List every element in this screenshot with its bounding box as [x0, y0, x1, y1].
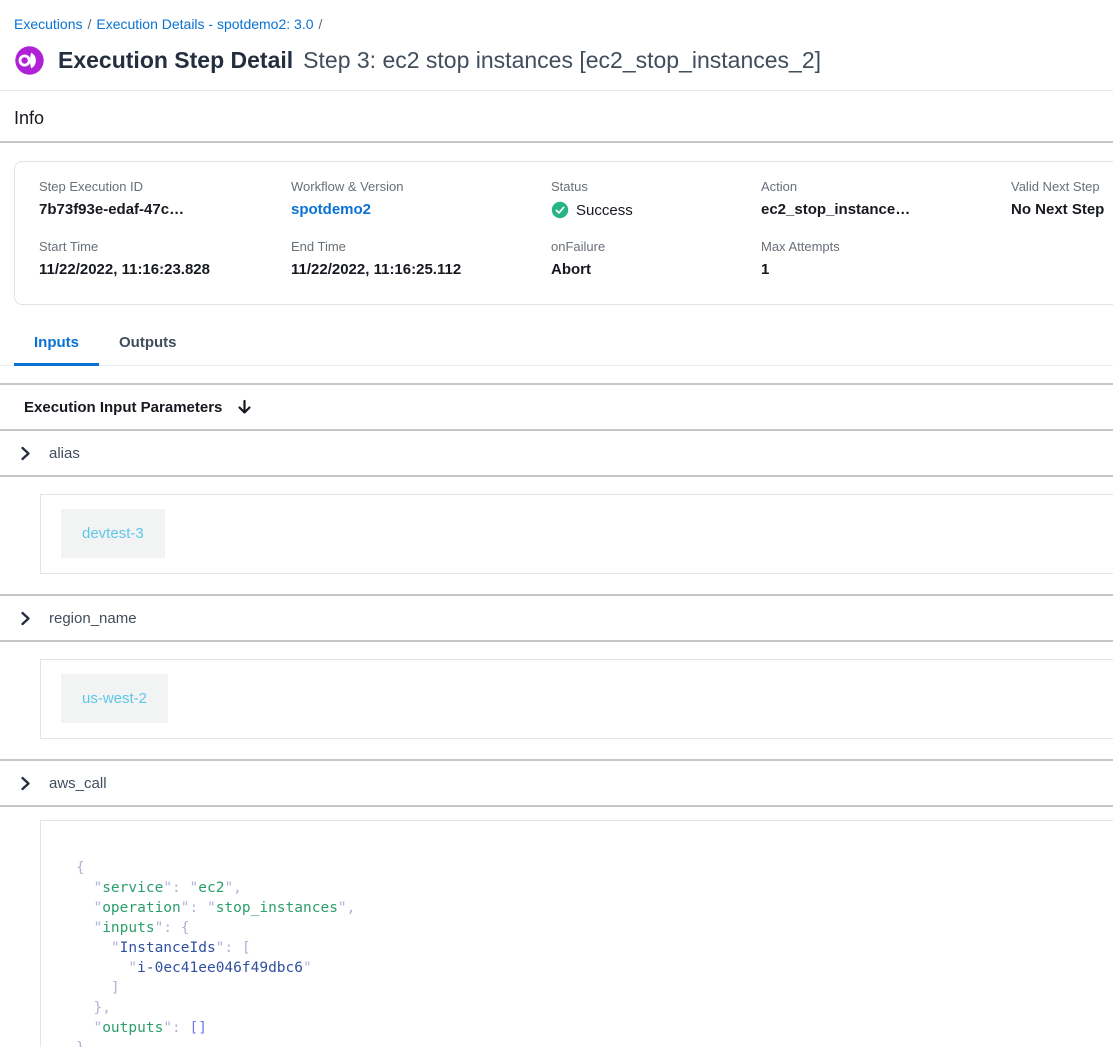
- field-empty: [1011, 239, 1113, 278]
- field-value: 11/22/2022, 11:16:23.828: [39, 261, 291, 278]
- field-value: 11/22/2022, 11:16:25.112: [291, 261, 551, 278]
- field-start-time: Start Time 11/22/2022, 11:16:23.828: [39, 239, 291, 278]
- field-label: End Time: [291, 239, 551, 254]
- field-value: ec2_stop_instance…: [761, 201, 1011, 218]
- field-label: Action: [761, 179, 1011, 194]
- aws-call-json-code: { "service": "ec2", "operation": "stop_i…: [41, 821, 1113, 1047]
- section-alias-header[interactable]: alias: [0, 431, 1113, 475]
- region-name-value-chip: us-west-2: [61, 674, 168, 723]
- field-value: Abort: [551, 261, 761, 278]
- field-value: 1: [761, 261, 1011, 278]
- field-onfailure: onFailure Abort: [551, 239, 761, 278]
- divider: [0, 640, 1113, 642]
- chevron-right-icon: [20, 446, 31, 461]
- field-valid-next-step: Valid Next Step No Next Step: [1011, 179, 1113, 219]
- field-end-time: End Time 11/22/2022, 11:16:25.112: [291, 239, 551, 278]
- info-heading: Info: [14, 108, 1113, 129]
- info-card: Step Execution ID 7b73f93e-edaf-47c… Wor…: [14, 161, 1113, 305]
- page-title: Execution Step Detail: [58, 47, 293, 74]
- field-label: Valid Next Step: [1011, 179, 1113, 194]
- status-text: Success: [576, 202, 633, 219]
- divider: [0, 475, 1113, 477]
- check-circle-icon: [551, 201, 569, 219]
- workflow-logo-icon: [14, 45, 45, 76]
- page-header: Execution Step Detail Step 3: ec2 stop i…: [14, 45, 1113, 76]
- field-label: Workflow & Version: [291, 179, 551, 194]
- field-value: No Next Step: [1011, 201, 1113, 218]
- section-region-name-header[interactable]: region_name: [0, 596, 1113, 640]
- field-label: Status: [551, 179, 761, 194]
- section-alias-label: alias: [49, 445, 80, 462]
- breadcrumb: Executions/Execution Details - spotdemo2…: [0, 0, 1113, 32]
- tab-bar: Inputs Outputs: [0, 326, 1113, 366]
- execution-step-detail-page: Executions/Execution Details - spotdemo2…: [0, 0, 1113, 1047]
- field-workflow-version: Workflow & Version spotdemo2: [291, 179, 551, 219]
- field-action: Action ec2_stop_instance…: [761, 179, 1011, 219]
- section-aws-call-label: aws_call: [49, 775, 107, 792]
- field-value: 7b73f93e-edaf-47c…: [39, 201, 291, 218]
- section-region-name-label: region_name: [49, 610, 137, 627]
- execution-input-parameters-header: Execution Input Parameters: [0, 385, 1113, 429]
- field-label: Max Attempts: [761, 239, 1011, 254]
- arrow-down-icon[interactable]: [237, 399, 252, 416]
- field-label: Step Execution ID: [39, 179, 291, 194]
- workflow-version-link[interactable]: spotdemo2: [291, 201, 551, 218]
- alias-value-chip: devtest-3: [61, 509, 165, 558]
- field-step-execution-id: Step Execution ID 7b73f93e-edaf-47c…: [39, 179, 291, 219]
- page-subtitle: Step 3: ec2 stop instances [ec2_stop_ins…: [303, 47, 821, 74]
- tab-outputs[interactable]: Outputs: [99, 326, 197, 366]
- breadcrumb-separator: /: [314, 16, 328, 32]
- tab-inputs[interactable]: Inputs: [14, 326, 99, 366]
- info-divider: [0, 141, 1113, 143]
- field-status: Status Success: [551, 179, 761, 219]
- breadcrumb-link-execution-details[interactable]: Execution Details - spotdemo2: 3.0: [96, 16, 313, 32]
- breadcrumb-separator: /: [82, 16, 96, 32]
- chevron-right-icon: [20, 611, 31, 626]
- chevron-right-icon: [20, 776, 31, 791]
- field-label: onFailure: [551, 239, 761, 254]
- param-box-aws-call: { "service": "ec2", "operation": "stop_i…: [40, 820, 1113, 1047]
- section-aws-call-header[interactable]: aws_call: [0, 761, 1113, 805]
- divider: [0, 805, 1113, 807]
- field-max-attempts: Max Attempts 1: [761, 239, 1011, 278]
- param-box-region-name: us-west-2: [40, 659, 1113, 739]
- header-divider: [0, 90, 1113, 91]
- breadcrumb-link-executions[interactable]: Executions: [14, 16, 82, 32]
- execution-input-parameters-title: Execution Input Parameters: [24, 399, 222, 416]
- field-label: Start Time: [39, 239, 291, 254]
- param-box-alias: devtest-3: [40, 494, 1113, 574]
